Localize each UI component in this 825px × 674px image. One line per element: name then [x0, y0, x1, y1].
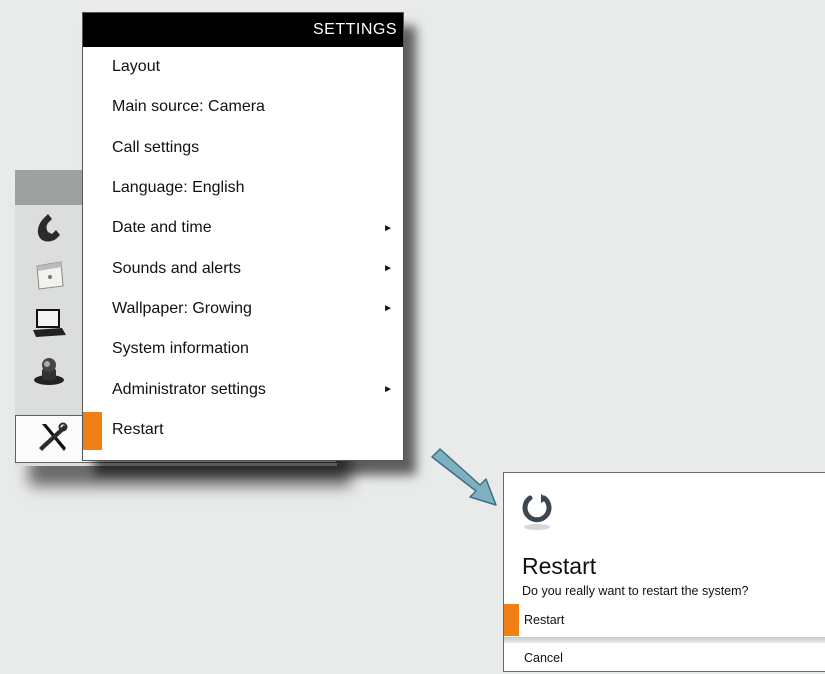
- selection-indicator: [504, 604, 519, 636]
- settings-menu: SETTINGS Layout Main source: Camera Call…: [82, 12, 404, 461]
- menu-item-label: Sounds and alerts: [112, 259, 241, 277]
- menu-item-label: Language: English: [112, 179, 245, 197]
- settings-menu-header: SETTINGS: [83, 13, 403, 47]
- tools-icon: [36, 420, 70, 459]
- menu-item-label: Layout: [112, 58, 161, 76]
- menu-item-date-and-time[interactable]: Date and time ►: [83, 208, 403, 248]
- menu-item-layout[interactable]: Layout: [83, 47, 403, 87]
- menu-item-label: Call settings: [112, 138, 200, 156]
- flow-arrow-icon: [428, 445, 508, 520]
- menu-item-label: Restart: [112, 420, 164, 438]
- sidebar-item-call[interactable]: [15, 205, 83, 253]
- sidebar-item-meetings[interactable]: [15, 253, 83, 301]
- menu-item-system-information[interactable]: System information: [83, 329, 403, 369]
- cancel-button-label: Cancel: [524, 651, 563, 665]
- menu-item-main-source[interactable]: Main source: Camera: [83, 87, 403, 127]
- calendar-icon: [31, 258, 67, 297]
- menu-item-label: Wallpaper: Growing: [112, 299, 252, 317]
- menu-item-sounds-and-alerts[interactable]: Sounds and alerts ►: [83, 248, 403, 288]
- restart-button-label: Restart: [524, 613, 565, 627]
- sidebar-item-presentation[interactable]: [15, 301, 83, 349]
- submenu-arrow-icon: ►: [383, 303, 393, 315]
- cancel-button[interactable]: Cancel: [504, 642, 825, 674]
- laptop-icon: [30, 306, 68, 345]
- selection-indicator: [83, 411, 102, 450]
- menu-item-label: Administrator settings: [112, 380, 266, 398]
- settings-title: SETTINGS: [312, 21, 397, 38]
- dialog-title: Restart: [522, 553, 597, 579]
- menu-item-label: Date and time: [112, 219, 212, 237]
- menu-item-language[interactable]: Language: English: [83, 168, 403, 208]
- submenu-arrow-icon: ►: [383, 263, 393, 275]
- submenu-arrow-icon: ►: [383, 222, 393, 234]
- menu-item-restart[interactable]: Restart: [83, 410, 403, 450]
- menu-item-label: Main source: Camera: [112, 98, 265, 116]
- menu-item-administrator-settings[interactable]: Administrator settings ►: [83, 369, 403, 409]
- phone-icon: [32, 210, 66, 249]
- submenu-arrow-icon: ►: [383, 384, 393, 396]
- restart-button[interactable]: Restart: [504, 604, 825, 636]
- dialog-message: Do you really want to restart the system…: [522, 584, 749, 598]
- restart-icon: [520, 491, 554, 536]
- restart-dialog: Restart Do you really want to restart th…: [503, 472, 825, 672]
- sidebar-item-camera[interactable]: [15, 349, 83, 397]
- camera-icon: [31, 354, 67, 393]
- menu-item-call-settings[interactable]: Call settings: [83, 128, 403, 168]
- menu-item-label: System information: [112, 340, 249, 358]
- menu-item-wallpaper[interactable]: Wallpaper: Growing ►: [83, 289, 403, 329]
- main-menu-list: [15, 205, 83, 397]
